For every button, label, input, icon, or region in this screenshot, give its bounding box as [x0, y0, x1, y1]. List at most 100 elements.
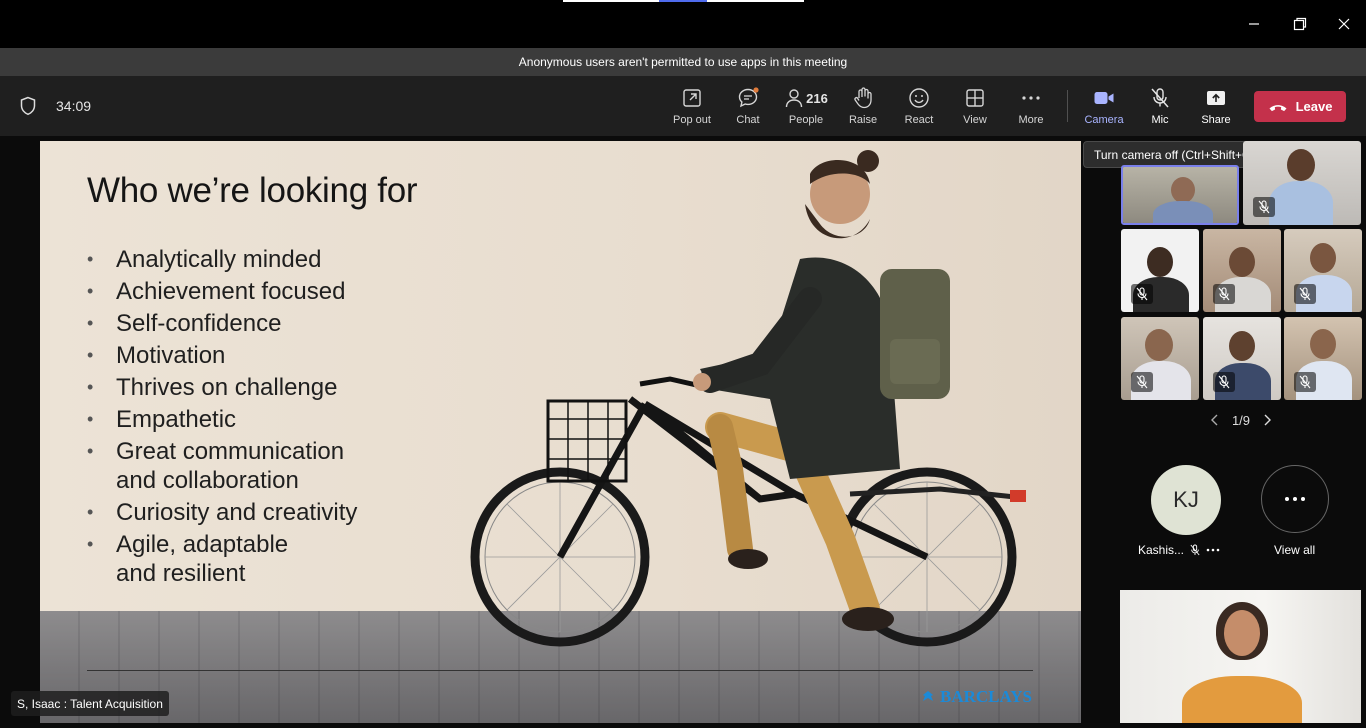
muted-mic-icon: [1294, 372, 1316, 392]
title-bar-indicator: [707, 0, 804, 2]
slide-title: Who we’re looking for: [87, 171, 418, 210]
raise-label: Raise: [848, 114, 878, 126]
shield-icon[interactable]: [19, 96, 37, 121]
muted-mic-icon: [1131, 284, 1153, 304]
more-options-icon[interactable]: [1206, 548, 1220, 552]
shared-slide: Who we’re looking for Analytically minde…: [40, 141, 1081, 723]
participant-head: [1310, 243, 1336, 273]
bullet-item: Curiosity and creativity: [87, 498, 416, 527]
participant-body: [1182, 676, 1302, 723]
bullet-item: Motivation: [87, 341, 416, 370]
people-icon: [785, 89, 803, 108]
more-options-icon: [1285, 497, 1305, 501]
participant-body: [1269, 181, 1333, 225]
title-bar-indicator-active: [659, 0, 707, 2]
participant-head: [1287, 149, 1315, 181]
participant-name-row: Kashis...: [1138, 543, 1220, 557]
bullet-item: Empathetic: [87, 405, 416, 434]
meeting-toolbar: 34:09 Pop out Chat 216 People Raise Reac…: [0, 76, 1366, 136]
more-options-icon: [1022, 96, 1040, 100]
people-count: 216: [806, 90, 828, 106]
leave-label: Leave: [1295, 99, 1333, 114]
video-tile[interactable]: [1243, 141, 1361, 225]
video-tile[interactable]: [1121, 229, 1199, 312]
bullet-item: Thrives on challenge: [87, 373, 416, 402]
participant-head: [1229, 331, 1255, 361]
view-label: View: [963, 114, 987, 126]
toolbar-divider: [1067, 90, 1068, 122]
bullet-item: Agile, adaptable and resilient: [87, 530, 306, 588]
slide-bullet-list: Analytically minded Achievement focused …: [87, 245, 416, 591]
leave-button[interactable]: Leave: [1254, 91, 1346, 122]
restore-icon[interactable]: [1288, 12, 1312, 36]
participant-head: [1145, 329, 1173, 361]
pop-out-button[interactable]: Pop out: [664, 86, 720, 130]
meeting-timer: 34:09: [56, 98, 92, 114]
video-tile[interactable]: [1284, 229, 1362, 312]
video-tile[interactable]: [1203, 229, 1281, 312]
chat-icon: [738, 87, 759, 108]
people-button[interactable]: 216 People: [777, 86, 835, 130]
participant-avatar[interactable]: KJ: [1151, 465, 1221, 535]
camera-button[interactable]: Camera: [1076, 86, 1132, 130]
hang-up-icon: [1269, 104, 1287, 111]
camera-tooltip: Turn camera off (Ctrl+Shift+O): [1083, 141, 1267, 168]
muted-mic-icon: [1294, 284, 1316, 304]
slide-rule: [87, 670, 1033, 671]
gallery-pagination: 1/9: [1196, 410, 1286, 430]
muted-mic-icon: [1253, 197, 1275, 217]
participant-head: [1310, 329, 1336, 359]
raise-hand-button[interactable]: Raise: [835, 86, 891, 130]
more-actions-button[interactable]: More: [1003, 86, 1059, 130]
bullet-item: Self-confidence: [87, 309, 416, 338]
participant-head: [1171, 177, 1195, 203]
more-label: More: [1018, 114, 1044, 126]
close-icon[interactable]: [1332, 12, 1356, 36]
notice-banner: Anonymous users aren't permitted to use …: [0, 48, 1366, 76]
self-video-preview[interactable]: [1120, 590, 1361, 723]
participant-head: [1147, 247, 1173, 277]
video-tile-speaker[interactable]: [1121, 165, 1239, 225]
smiley-icon: [909, 88, 929, 108]
bullet-item: Great communication and collaboration: [87, 437, 346, 495]
video-tile[interactable]: [1284, 317, 1362, 400]
window-title-bar: [0, 0, 1366, 48]
raise-hand-icon: [854, 87, 872, 109]
participant-head: [1224, 610, 1260, 656]
participant-name: Kashis...: [1138, 543, 1185, 557]
react-button[interactable]: React: [891, 86, 947, 130]
grid-view-icon: [966, 89, 984, 107]
mic-off-icon: [1151, 88, 1169, 108]
camera-label: Camera: [1084, 114, 1124, 126]
cyclist-photo: [470, 150, 1026, 647]
chat-button[interactable]: Chat: [720, 86, 776, 130]
presenter-name-tag: S, Isaac : Talent Acquisition: [11, 691, 169, 716]
barclays-logo: BARCLAYS: [920, 687, 1032, 707]
muted-mic-icon: [1190, 544, 1200, 556]
minimize-icon[interactable]: [1242, 12, 1266, 36]
chevron-right-icon[interactable]: [1262, 414, 1272, 426]
mic-button[interactable]: Mic: [1132, 86, 1188, 130]
bullet-item: Achievement focused: [87, 277, 416, 306]
eagle-icon: [923, 691, 933, 701]
share-screen-icon: [1207, 91, 1225, 105]
share-label: Share: [1201, 114, 1231, 126]
muted-mic-icon: [1213, 372, 1235, 392]
view-button[interactable]: View: [947, 86, 1003, 130]
camera-icon: [1094, 92, 1114, 104]
video-tile[interactable]: [1203, 317, 1281, 400]
share-button[interactable]: Share: [1188, 86, 1244, 130]
view-all-button[interactable]: [1261, 465, 1329, 533]
people-label: People: [788, 114, 824, 126]
chat-label: Chat: [736, 114, 760, 126]
muted-mic-icon: [1131, 372, 1153, 392]
view-all-label: View all: [1274, 543, 1316, 557]
pop-out-label: Pop out: [673, 114, 711, 126]
chevron-left-icon[interactable]: [1210, 414, 1220, 426]
muted-mic-icon: [1213, 284, 1235, 304]
mic-label: Mic: [1151, 114, 1169, 126]
pop-out-icon: [683, 89, 701, 107]
react-label: React: [904, 114, 934, 126]
bullet-item: Analytically minded: [87, 245, 416, 274]
video-tile[interactable]: [1121, 317, 1199, 400]
